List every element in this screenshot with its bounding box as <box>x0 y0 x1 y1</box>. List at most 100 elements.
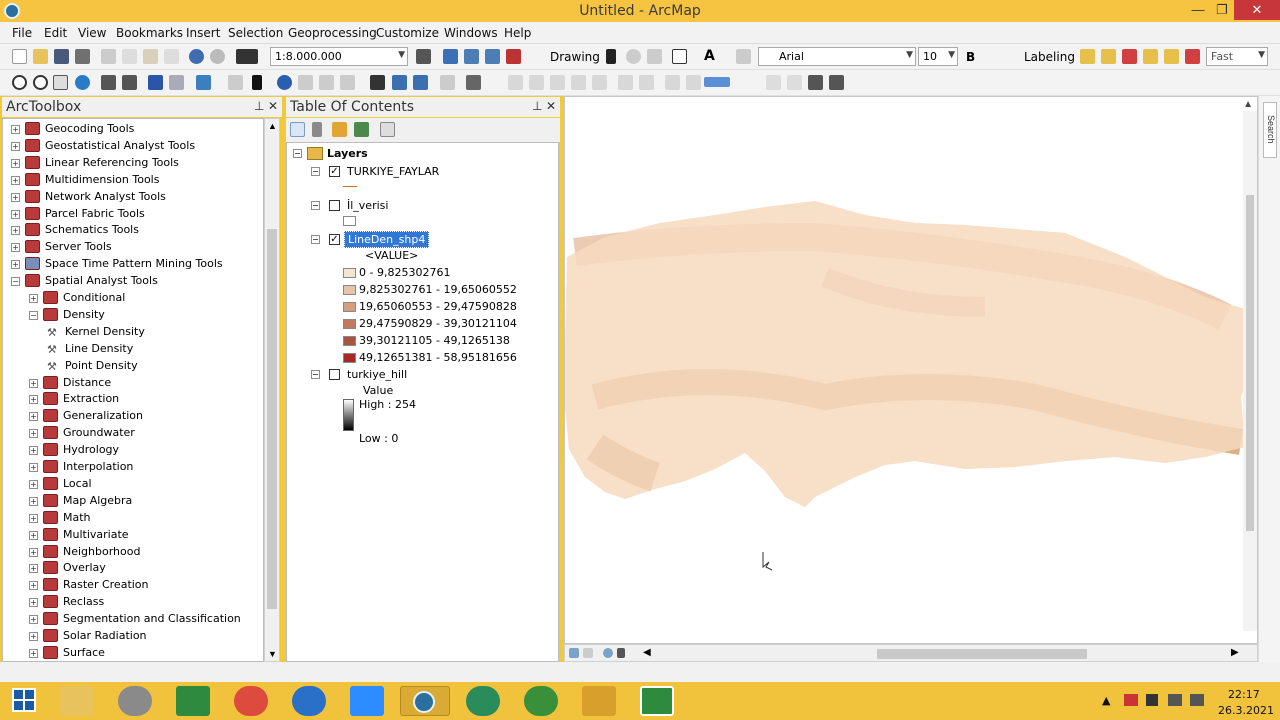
expand-icon[interactable]: + <box>29 429 38 439</box>
go-to-xy-icon[interactable] <box>413 75 428 90</box>
arcglobe-taskbar-icon[interactable] <box>524 686 558 716</box>
layer-visibility-checkbox[interactable]: ✓ <box>329 234 340 245</box>
layer-visibility-checkbox[interactable]: ✓ <box>329 166 340 177</box>
collapse-icon[interactable]: − <box>311 201 320 210</box>
expand-icon[interactable]: + <box>29 513 38 523</box>
refresh-icon[interactable] <box>603 648 613 658</box>
menu-bookmarks[interactable]: Bookmarks <box>116 26 183 40</box>
maximize-button[interactable]: ❐ <box>1208 0 1236 20</box>
select-elements-arrow-icon[interactable] <box>252 75 262 90</box>
html-popup-icon[interactable] <box>319 75 334 90</box>
expand-icon[interactable]: + <box>11 141 20 151</box>
toolset-item[interactable]: + Conditional <box>29 290 253 307</box>
expand-icon[interactable]: + <box>29 564 38 574</box>
pin-icon[interactable]: ⊥ <box>254 99 264 113</box>
clock-time[interactable]: 22:17 <box>1228 688 1260 701</box>
list-by-selection-icon[interactable] <box>354 122 369 137</box>
list-by-visibility-icon[interactable] <box>332 122 347 137</box>
toolbox-item[interactable]: + Server Tools <box>11 239 253 256</box>
full-extent-icon[interactable] <box>75 75 90 90</box>
close-button[interactable]: ✕ <box>1234 0 1280 20</box>
toolset-item[interactable]: + Distance <box>29 375 253 392</box>
zoom-out-icon[interactable] <box>33 75 48 90</box>
create-viewer-window-icon[interactable] <box>466 75 481 90</box>
print-icon[interactable] <box>75 49 90 64</box>
label-quality-select[interactable]: Fast ▼ <box>1206 47 1268 66</box>
view-unplaced-labels-icon[interactable] <box>1185 49 1200 64</box>
class-color-swatch[interactable] <box>343 353 356 363</box>
toolset-item[interactable]: + Generalization <box>29 408 253 425</box>
delete-icon[interactable] <box>164 49 179 64</box>
expand-icon[interactable]: + <box>29 547 38 557</box>
network-flag-icon[interactable] <box>1124 694 1138 706</box>
expand-icon[interactable]: + <box>29 615 38 625</box>
edit-vertices-icon[interactable] <box>736 49 751 64</box>
layer-name[interactable]: TURKIYE_FAYLAR <box>347 165 439 178</box>
map-scale-select[interactable]: 1:8.000.000 ▼ <box>270 47 408 66</box>
toolset-item[interactable]: + Extraction <box>29 391 253 408</box>
layout-tool-8-icon[interactable] <box>665 75 680 90</box>
camtasia-recorder-taskbar-icon[interactable] <box>640 686 674 716</box>
menu-geoprocessing[interactable]: Geoprocessing <box>288 26 377 40</box>
menu-file[interactable]: File <box>12 26 32 40</box>
fixed-zoom-in-icon[interactable] <box>101 75 116 90</box>
pause-labeling-icon[interactable] <box>1164 49 1179 64</box>
tray-expand-icon[interactable]: ▲ <box>1102 694 1110 707</box>
pin-icon[interactable]: ⊥ <box>532 99 542 113</box>
toolset-item[interactable]: − Density <box>29 307 253 324</box>
list-by-source-icon[interactable] <box>312 122 322 137</box>
pan-icon[interactable] <box>53 75 68 90</box>
menu-selection[interactable]: Selection <box>228 26 283 40</box>
expand-icon[interactable]: + <box>29 530 38 540</box>
class-color-swatch[interactable] <box>343 319 356 329</box>
arcmap-taskbar-icon-active[interactable] <box>400 686 450 716</box>
toolbox-item[interactable]: + Linear Referencing Tools <box>11 155 253 172</box>
open-folder-icon[interactable] <box>33 49 48 64</box>
back-extent-icon[interactable] <box>148 75 163 90</box>
add-data-icon[interactable] <box>236 49 258 64</box>
color-swatch-icon[interactable] <box>704 77 730 87</box>
expand-icon[interactable]: + <box>29 446 38 456</box>
toolset-item[interactable]: + Hydrology <box>29 442 253 459</box>
layout-tool-7-icon[interactable] <box>639 75 654 90</box>
layout-view-icon[interactable] <box>583 648 593 658</box>
class-color-swatch[interactable] <box>343 302 356 312</box>
expand-icon[interactable]: + <box>29 479 38 489</box>
globe-taskbar-icon[interactable] <box>466 686 500 716</box>
layer-turkiye-faylar[interactable]: − ✓ TURKIYE_FAYLAR <box>311 164 531 180</box>
toolset-item[interactable]: + Interpolation <box>29 459 253 476</box>
forward-extent-icon[interactable] <box>169 75 184 90</box>
time-slider-icon[interactable] <box>440 75 455 90</box>
layout-tool-6-icon[interactable] <box>618 75 633 90</box>
scroll-right-icon[interactable]: ▶ <box>1231 647 1239 658</box>
layout-tool-5-icon[interactable] <box>592 75 607 90</box>
horizontal-scrollbar-thumb[interactable] <box>877 649 1087 659</box>
expand-icon[interactable]: + <box>29 395 38 405</box>
copy-icon[interactable] <box>122 49 137 64</box>
collapse-icon[interactable]: − <box>311 167 320 176</box>
select-elements-icon[interactable] <box>606 49 616 64</box>
font-size-select[interactable]: 10 ▼ <box>918 47 958 66</box>
toolset-item[interactable]: + Map Algebra <box>29 493 253 510</box>
start-button-icon[interactable] <box>12 688 36 712</box>
expand-icon[interactable]: + <box>11 209 20 219</box>
data-view-icon[interactable] <box>569 648 579 658</box>
graphics-tool-4-icon[interactable] <box>829 75 844 90</box>
arctoolbox-close-icon[interactable]: ✕ <box>268 99 278 113</box>
label-manager-icon[interactable] <box>1080 49 1095 64</box>
toolset-item[interactable]: + Raster Creation <box>29 577 253 594</box>
menu-insert[interactable]: Insert <box>186 26 220 40</box>
search-window-icon[interactable] <box>485 49 500 64</box>
label-priority-icon[interactable] <box>1101 49 1116 64</box>
toolset-item[interactable]: + Reclass <box>29 594 253 611</box>
toolbox-item[interactable]: + Network Analyst Tools <box>11 189 253 206</box>
expand-icon[interactable]: + <box>29 294 38 303</box>
toolbox-item[interactable]: + Geocoding Tools <box>11 121 253 138</box>
expand-icon[interactable]: + <box>11 125 20 134</box>
measure-icon[interactable] <box>340 75 355 90</box>
tool-item[interactable]: ⚒ Line Density <box>47 341 253 358</box>
layout-tool-9-icon[interactable] <box>686 75 701 90</box>
lock-labels-icon[interactable] <box>1143 49 1158 64</box>
toolbox-item[interactable]: + Space Time Pattern Mining Tools <box>11 256 253 273</box>
sync-taskbar-icon[interactable] <box>292 686 326 716</box>
